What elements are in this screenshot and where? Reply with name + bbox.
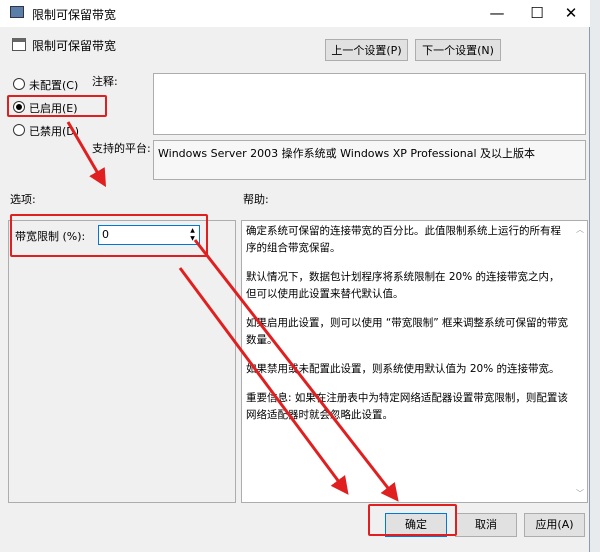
- arrow-to-ok: [178, 267, 349, 495]
- annotation-arrows: [66, 121, 399, 502]
- arrow-to-ok-2: [193, 239, 399, 502]
- arrow-to-options: [66, 121, 107, 188]
